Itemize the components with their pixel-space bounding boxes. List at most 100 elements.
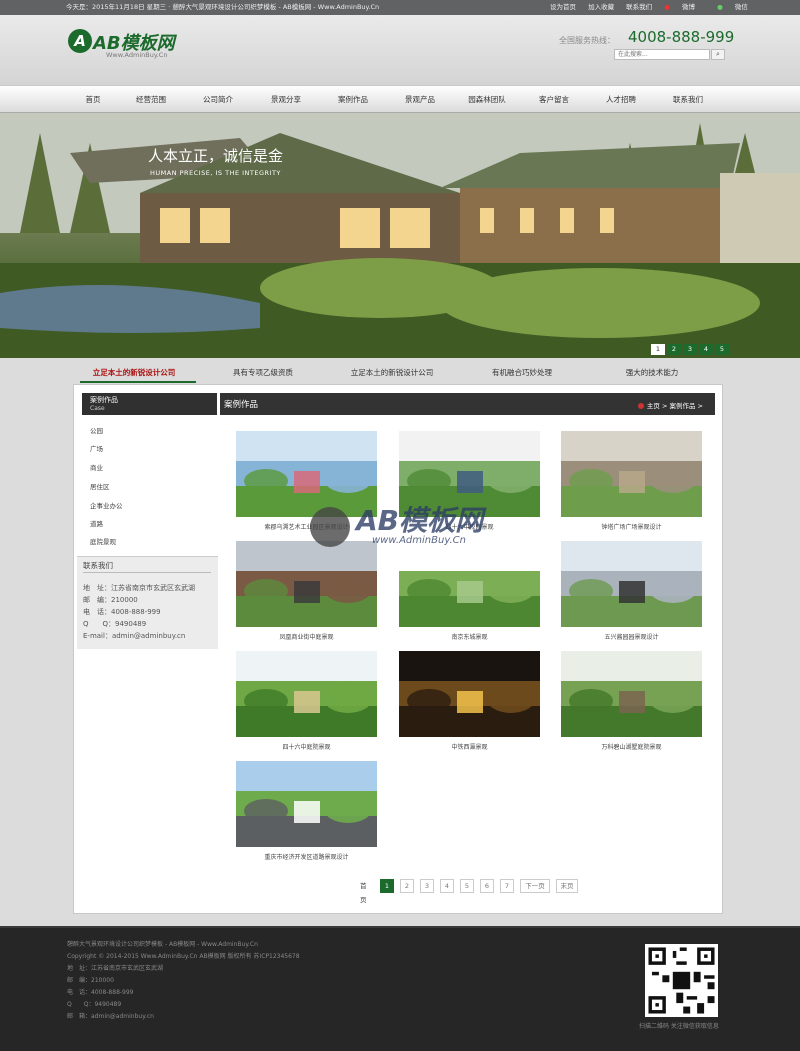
contact-postcode: 邮 编：210000 — [83, 596, 138, 604]
nav-home[interactable]: 首页 — [86, 86, 101, 113]
nav-about[interactable]: 公司简介 — [203, 86, 233, 113]
page-6[interactable]: 6 — [480, 879, 494, 893]
nav-messages[interactable]: 客户留言 — [539, 86, 569, 113]
weixin-link[interactable]: ● 微信 — [717, 3, 758, 11]
footer-address: 地 址：江苏省南京市玄武区玄武湖 — [67, 965, 164, 972]
page-5[interactable]: 5 — [460, 879, 474, 893]
contact-phone: 电 话：4008-888-999 — [83, 608, 161, 616]
banner-page-4[interactable]: 4 — [699, 344, 713, 355]
contact-title: 联系我们 — [83, 561, 113, 570]
case-caption[interactable]: 中铁西瀛景观 — [399, 742, 540, 751]
hotline-number: 4008-888-999 — [628, 28, 735, 46]
page-3[interactable]: 3 — [420, 879, 434, 893]
page-2[interactable]: 2 — [400, 879, 414, 893]
set-homepage-link[interactable]: 设为首页 — [550, 3, 576, 11]
banner-page-1[interactable]: 1 — [651, 344, 665, 355]
contact-link[interactable]: 联系我们 — [626, 3, 652, 11]
banner-landscape-image — [0, 113, 800, 358]
content-panel: 案例作品 Case 公园 广场 商业 居住区 企事业办公 道路 庭院景观 联系我… — [73, 384, 723, 914]
nav-cases[interactable]: 案例作品 — [338, 86, 368, 113]
contact-divider — [83, 572, 211, 573]
sidebar-item-commercial[interactable]: 商业 — [90, 462, 103, 472]
tab-feature-3[interactable]: 立足本土的新锐设计公司 — [351, 363, 434, 383]
add-favorite-link[interactable]: 加入收藏 — [588, 3, 614, 11]
case-caption[interactable]: 四十六中庭院景观 — [236, 742, 377, 751]
page-1[interactable]: 1 — [380, 879, 394, 893]
logo-subtitle: Www.AdminBuy.Cn — [106, 51, 168, 59]
contact-box: 联系我们 地 址：江苏省南京市玄武区玄武湖 邮 编：210000 电 话：400… — [77, 556, 218, 649]
sidebar-item-residential[interactable]: 居住区 — [90, 481, 110, 491]
sidebar-item-courtyard[interactable]: 庭院景观 — [90, 536, 116, 546]
tab-feature-5[interactable]: 强大的技术能力 — [626, 363, 679, 383]
nav-business-scope[interactable]: 经营范围 — [136, 86, 166, 113]
page-first[interactable]: 首页 — [360, 879, 367, 904]
nav-contact[interactable]: 联系我们 — [673, 86, 703, 113]
contact-email[interactable]: E-mail：admin@adminbuy.cn — [83, 631, 185, 641]
watermark-url: www.AdminBuy.Cn — [372, 535, 466, 546]
banner-page-3[interactable]: 3 — [683, 344, 697, 355]
banner-page-2[interactable]: 2 — [667, 344, 681, 355]
home-icon — [637, 403, 644, 409]
breadcrumb[interactable]: 主页 > 案例作品 > — [637, 400, 703, 410]
qr-caption: 扫描二维码 关注微信获取信息 — [639, 1023, 719, 1030]
watermark-logo: AB模板网 www.AdminBuy.Cn — [310, 495, 490, 565]
search-button[interactable]: ⌕ — [711, 49, 725, 60]
case-caption[interactable]: 五兴酱园园景观设计 — [561, 632, 702, 641]
case-thumbnail[interactable] — [561, 651, 702, 737]
tab-feature-4[interactable]: 有机融合巧妙处理 — [492, 363, 552, 383]
top-links: 设为首页 加入收藏 联系我们 ● 微博 ● 微信 — [550, 0, 768, 15]
sidebar-item-road[interactable]: 道路 — [90, 518, 103, 528]
nav-landscape-share[interactable]: 景观分享 — [271, 86, 301, 113]
tab-feature-1[interactable]: 立足本土的新锐设计公司 — [93, 363, 176, 383]
sidebar-title-en: Case — [90, 405, 105, 412]
hotline-label: 全国服务热线： — [559, 36, 615, 45]
page-next[interactable]: 下一页 — [520, 879, 550, 893]
weibo-icon: ● — [664, 3, 670, 11]
case-caption[interactable]: 万科碧山湖墅庭院景观 — [561, 742, 702, 751]
footer-phone: 电 话：4008-888-999 — [67, 989, 134, 996]
top-bar: 今天是：2015年11月18日 星期三 · 憩醉大气景观环境设计公司织梦模板 -… — [0, 0, 800, 15]
main-nav: 首页 经营范围 公司简介 景观分享 案例作品 景观产品 园森林团队 客户留言 人… — [0, 85, 800, 113]
footer-line-1: 憩醉大气景观环境设计公司织梦模板 - AB模板网 - Www.AdminBuy.… — [67, 941, 258, 948]
nav-team[interactable]: 园森林团队 — [468, 86, 506, 113]
sidebar-item-square[interactable]: 广场 — [90, 443, 103, 453]
sidebar-title-text: 案例作品 — [90, 396, 118, 404]
case-caption[interactable]: 南京东城景观 — [399, 632, 540, 641]
watermark-text: AB模板网 — [356, 504, 484, 537]
banner-page-5[interactable]: 5 — [715, 344, 729, 355]
case-caption[interactable]: 凤凰商业街中庭景观 — [236, 632, 377, 641]
section-header: 案例作品 主页 > 案例作品 > — [220, 393, 715, 415]
case-thumbnail[interactable] — [236, 651, 377, 737]
section-title: 案例作品 — [224, 400, 259, 410]
tab-feature-2[interactable]: 具有专项乙级资质 — [233, 363, 293, 383]
sidebar-item-park[interactable]: 公园 — [90, 425, 103, 435]
case-thumbnail[interactable] — [561, 541, 702, 627]
case-thumbnail[interactable] — [236, 761, 377, 847]
sidebar-item-office[interactable]: 企事业办公 — [90, 500, 123, 510]
page-7[interactable]: 7 — [500, 879, 514, 893]
page-last[interactable]: 末页 — [556, 879, 578, 893]
active-tab-underline — [80, 381, 196, 383]
case-caption[interactable]: 重庆市经济开发区道路景观设计 — [236, 852, 377, 861]
footer-copyright: Copyright © 2014-2015 Www.AdminBuy.Cn AB… — [67, 953, 300, 960]
date-welcome-text: 今天是：2015年11月18日 星期三 · 憩醉大气景观环境设计公司织梦模板 -… — [66, 3, 380, 11]
nav-products[interactable]: 景观产品 — [405, 86, 435, 113]
footer: 憩醉大气景观环境设计公司织梦模板 - AB模板网 - Www.AdminBuy.… — [0, 926, 800, 1051]
footer-qq: Q Q：9490489 — [67, 1001, 122, 1008]
case-thumbnail[interactable] — [399, 651, 540, 737]
hero-banner[interactable]: 人本立正，诚信是金 HUMAN PRECISE, IS THE INTEGRIT… — [0, 113, 800, 358]
header: A AB模板网 Www.AdminBuy.Cn 全国服务热线： 4008-888… — [0, 15, 800, 85]
banner-subtitle: HUMAN PRECISE, IS THE INTEGRITY — [150, 169, 281, 177]
search-input[interactable] — [614, 49, 710, 60]
page-4[interactable]: 4 — [440, 879, 454, 893]
feature-tabs: 立足本土的新锐设计公司 具有专项乙级资质 立足本土的新锐设计公司 有机融合巧妙处… — [73, 363, 723, 383]
weixin-icon: ● — [717, 3, 723, 11]
banner-title: 人本立正，诚信是金 — [148, 147, 284, 165]
case-thumbnail[interactable] — [561, 431, 702, 517]
sidebar-title: 案例作品 Case — [82, 393, 217, 415]
nav-jobs[interactable]: 人才招聘 — [606, 86, 636, 113]
case-caption[interactable]: 钟塔广场广场景观设计 — [561, 522, 702, 531]
weibo-link[interactable]: ● 微博 — [664, 3, 705, 11]
logo-icon[interactable]: A — [68, 29, 92, 53]
footer-postcode: 邮 编：210000 — [67, 977, 114, 984]
